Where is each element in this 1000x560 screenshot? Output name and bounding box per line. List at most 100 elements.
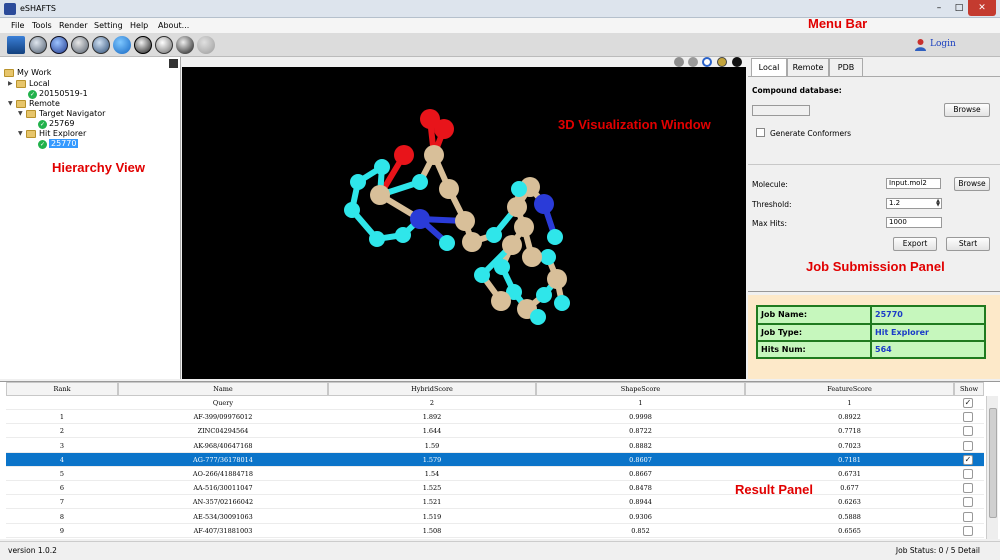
cell-name: ZINC04294564 xyxy=(197,427,249,436)
browse-molecule-button[interactable]: Browse xyxy=(954,177,990,191)
table-row[interactable]: 3 AK-968/40647168 1.59 0.8882 0.7023 xyxy=(6,439,984,453)
show-checkbox[interactable]: ✓ xyxy=(963,454,973,465)
atom xyxy=(514,217,534,237)
detail-link[interactable]: Detail xyxy=(958,546,980,555)
close-button[interactable]: ✕ xyxy=(968,0,996,16)
minimize-button[interactable]: – xyxy=(930,0,948,16)
table-row[interactable]: 8 AE-534/30091063 1.519 0.9306 0.5888 xyxy=(6,510,984,524)
column-header-shapescore[interactable]: ShapeScore xyxy=(536,382,745,396)
cell-rank: 7 xyxy=(59,498,65,507)
table-row[interactable]: 2 ZINC04294564 1.644 0.8722 0.7718 xyxy=(6,424,984,439)
tab-pdb[interactable]: PDB xyxy=(829,58,863,76)
compound-db-input[interactable] xyxy=(752,105,810,116)
column-header-hybridscore[interactable]: HybridScore xyxy=(328,382,536,396)
column-header-rank[interactable]: Rank xyxy=(6,382,118,396)
browse-database-button[interactable]: Browse xyxy=(944,103,990,117)
rotate-icon[interactable] xyxy=(732,57,742,67)
tab-remote[interactable]: Remote xyxy=(787,58,829,76)
3d-viewer[interactable]: 3D Visualization Window xyxy=(182,67,746,379)
menu-setting[interactable]: Setting xyxy=(94,21,123,30)
job-status-text: Job Status: 0 / 5 xyxy=(895,546,956,555)
play-icon[interactable] xyxy=(134,36,152,54)
generate-conformers-checkbox[interactable] xyxy=(756,128,765,137)
show-checkbox[interactable] xyxy=(963,525,973,536)
table-row[interactable]: 9 AF-407/31881003 1.508 0.852 0.6565 xyxy=(6,524,984,538)
viewer-option-icon[interactable] xyxy=(688,57,698,67)
table-row[interactable]: Query 2 1 1 ✓ xyxy=(6,396,984,410)
table-row[interactable]: 6 AA-516/30011047 1.525 0.8478 0.677 xyxy=(6,481,984,496)
menu-tools[interactable]: Tools xyxy=(32,21,52,30)
cell-feature: 0.8922 xyxy=(838,413,861,422)
scroll-thumb[interactable] xyxy=(989,408,997,518)
molecule-input[interactable]: Input.mol2 xyxy=(886,178,941,189)
viewer-option-icon[interactable] xyxy=(674,57,684,67)
expand-arrow-icon[interactable]: ▼ xyxy=(18,130,23,137)
start-button[interactable]: Start xyxy=(946,237,990,251)
disabled-tool-icon xyxy=(197,36,215,54)
atom xyxy=(462,232,482,252)
spin-arrows-icon[interactable]: ▲ ▼ xyxy=(936,199,940,208)
show-checkbox[interactable] xyxy=(963,483,973,494)
grip-icon[interactable] xyxy=(169,59,178,68)
surface-icon[interactable] xyxy=(155,36,173,54)
tree-label-selected: 25770 xyxy=(49,139,79,148)
measure-icon[interactable] xyxy=(92,36,110,54)
atom xyxy=(534,194,554,214)
cell-shape: 0.8607 xyxy=(629,455,652,464)
max-hits-input[interactable]: 1000 xyxy=(886,217,942,228)
menu-help[interactable]: Help xyxy=(130,21,148,30)
show-checkbox[interactable] xyxy=(963,497,973,508)
cell-rank: 6 xyxy=(59,484,65,493)
open-folder-icon[interactable] xyxy=(7,36,25,54)
cell-feature: 1 xyxy=(847,399,852,407)
menu-about[interactable]: About... xyxy=(158,21,189,30)
menu-render[interactable]: Render xyxy=(59,21,87,30)
show-checkbox[interactable] xyxy=(963,426,973,437)
cell-rank: 1 xyxy=(59,413,65,422)
job-name-label: Job Name: xyxy=(757,306,871,324)
menu-file[interactable]: File xyxy=(11,21,24,30)
table-row[interactable]: 7 AN-357/02166042 1.521 0.8944 0.6263 xyxy=(6,495,984,510)
zoom-icon[interactable] xyxy=(702,57,712,67)
column-header-name[interactable]: Name xyxy=(118,382,328,396)
status-bar: version 1.0.2 Job Status: 0 / 5 Detail xyxy=(0,541,1000,560)
threshold-spinbox[interactable]: 1.2 ▲ ▼ xyxy=(886,198,942,209)
atom xyxy=(547,269,567,289)
cell-feature: 0.6263 xyxy=(838,498,861,507)
expand-arrow-icon[interactable]: ▼ xyxy=(8,100,13,107)
maximize-button[interactable]: □ xyxy=(950,0,968,16)
hydrogen-toggle-icon[interactable] xyxy=(71,36,89,54)
viewer-option-icon[interactable] xyxy=(717,57,727,67)
atom xyxy=(434,119,454,139)
table-row[interactable]: 4 AG-777/36178014 1.579 0.8607 0.7181 ✓ xyxy=(6,452,984,467)
cell-shape: 0.852 xyxy=(631,526,650,535)
max-hits-label: Max Hits: xyxy=(752,219,787,228)
cell-name: AO-266/41884718 xyxy=(192,470,254,478)
table-row[interactable]: 5 AO-266/41884718 1.54 0.8667 0.6731 xyxy=(6,467,984,481)
show-checkbox[interactable]: ✓ xyxy=(963,398,973,408)
column-header-featurescore[interactable]: FeatureScore xyxy=(745,382,954,396)
tab-local[interactable]: Local xyxy=(751,58,787,77)
job-info-panel: Job Name: 25770 Job Type: Hit Explorer H… xyxy=(748,295,1000,379)
sphere-render-icon[interactable] xyxy=(176,36,194,54)
cell-feature: 0.6565 xyxy=(838,526,861,535)
export-button[interactable]: Export xyxy=(893,237,937,251)
show-checkbox[interactable] xyxy=(963,469,973,479)
folder-icon xyxy=(16,100,26,108)
user-icon xyxy=(915,39,926,51)
threshold-label: Threshold: xyxy=(752,200,792,209)
navigator-icon[interactable] xyxy=(29,36,47,54)
result-scrollbar[interactable] xyxy=(986,396,998,539)
atom xyxy=(424,145,444,165)
show-checkbox[interactable] xyxy=(963,440,973,451)
column-header-show[interactable]: Show xyxy=(954,382,984,396)
3d-view-icon[interactable] xyxy=(50,36,68,54)
refresh-icon[interactable] xyxy=(113,36,131,54)
show-checkbox[interactable] xyxy=(963,511,973,522)
atom xyxy=(412,174,428,190)
show-checkbox[interactable] xyxy=(963,412,973,423)
atom xyxy=(486,227,502,243)
expand-arrow-icon[interactable]: ▼ xyxy=(18,110,23,117)
expand-arrow-icon[interactable]: ▶ xyxy=(8,80,13,87)
table-row[interactable]: 1 AF-399/09976012 1.892 0.9998 0.8922 xyxy=(6,410,984,425)
